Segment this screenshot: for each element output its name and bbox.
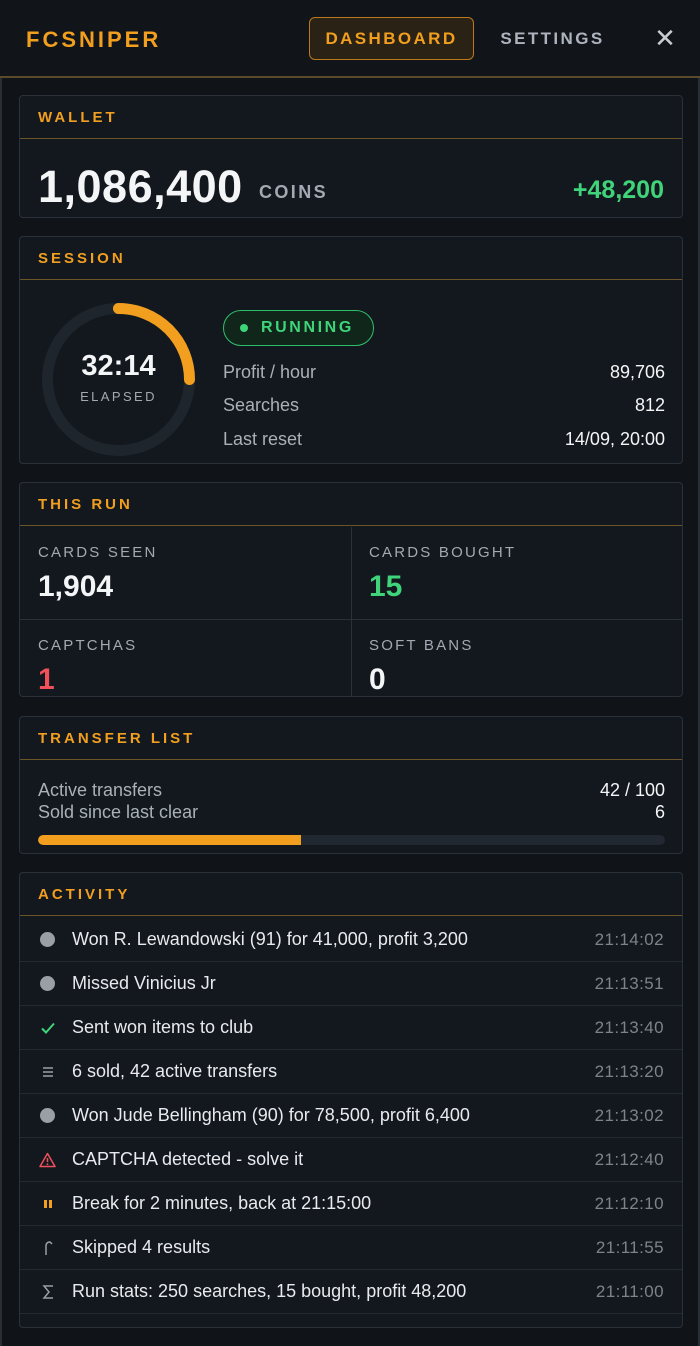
stat-cards-seen: CARDS SEEN 1,904 [38,544,158,604]
stat-captchas: CAPTCHAS 1 [38,637,137,697]
tab-dashboard[interactable]: DASHBOARD [309,17,474,60]
elapsed-label: ELAPSED [80,389,157,404]
session-card: SESSION 32:14 ELAPSED RUNNING Profit / h… [19,236,683,464]
session-row-key: Profit / hour [223,361,317,382]
brand-logo: FCSNIPER [26,27,162,52]
session-row-profit: Profit / hour 89,706 [223,360,665,384]
list-item: Missed Vinicius Jr 21:13:51 [20,962,682,1006]
list-item: Skipped 4 results 21:11:55 [20,1226,682,1270]
activity-time: 21:12:40 [594,1149,664,1169]
stat-value: 15 [369,570,403,603]
activity-text: Missed Vinicius Jr [72,973,216,993]
transfer-row-sold: Sold since last clear 6 [38,801,665,823]
stat-label: CARDS SEEN [38,544,158,561]
dot-icon [39,931,56,948]
list-item: Won R. Lewandowski (91) for 41,000, prof… [20,918,682,962]
activity-text: Run stats: 250 searches, 15 bought, prof… [72,1281,467,1301]
transfer-progress-bar [38,835,665,845]
session-row-value: 89,706 [609,361,665,382]
list-item: 6 sold, 42 active transfers 21:13:20 [20,1050,682,1094]
wallet-amount: 1,086,400 [38,161,243,212]
list-item: Run stats: 250 searches, 15 bought, prof… [20,1270,682,1314]
skip-icon [39,1239,56,1256]
activity-time: 21:11:55 [595,1237,664,1257]
grid-divider-vertical [351,527,352,697]
session-row-value: 14/09, 20:00 [564,428,665,449]
stat-label: CARDS BOUGHT [369,544,517,561]
activity-title: ACTIVITY [20,873,682,916]
activity-time: 21:13:20 [594,1061,664,1081]
stat-label: SOFT BANS [369,637,474,654]
stat-cards-bought: CARDS BOUGHT 15 [369,544,516,604]
transfer-card: TRANSFER LIST Active transfers 42 / 100 … [19,716,683,854]
session-row-searches: Searches 812 [223,393,665,417]
list-item: Won Jude Bellingham (90) for 78,500, pro… [20,1094,682,1138]
session-row-key: Last reset [223,428,303,449]
stat-value: 1 [38,663,55,696]
activity-time: 21:13:40 [594,1017,664,1037]
wallet-card: WALLET 1,086,400 COINS +48,200 [19,95,683,218]
status-text: RUNNING [261,319,354,336]
transfer-row-value: 42 / 100 [599,779,665,800]
activity-text: Won R. Lewandowski (91) for 41,000, prof… [72,929,468,949]
activity-text: CAPTCHA detected - solve it [72,1149,304,1169]
wallet-delta: +48,200 [572,176,664,204]
transfer-row-key: Sold since last clear [38,801,199,822]
wallet-title: WALLET [20,96,682,139]
status-dot-icon [240,324,248,332]
stat-value: 0 [369,663,386,696]
run-title: THIS RUN [20,483,682,526]
activity-time: 21:13:02 [594,1105,664,1125]
wallet-unit: COINS [259,182,329,202]
grid-divider-horizontal [20,619,682,620]
transfer-title: TRANSFER LIST [20,717,682,760]
elapsed-time: 32:14 [81,350,156,382]
sigma-icon [39,1283,56,1300]
check-icon [39,1019,56,1036]
stat-value: 1,904 [38,570,114,603]
warning-icon [39,1151,56,1168]
list-item: Break for 2 minutes, back at 21:15:00 21… [20,1182,682,1226]
stat-soft-bans: SOFT BANS 0 [369,637,474,697]
activity-text: 6 sold, 42 active transfers [72,1061,278,1081]
session-row-key: Searches [223,394,300,415]
stat-label: CAPTCHAS [38,637,138,654]
dot-icon [39,1107,56,1124]
activity-time: 21:13:51 [594,973,664,993]
list-item: Sent won items to club 21:13:40 [20,1006,682,1050]
dot-icon [39,975,56,992]
session-row-value: 812 [634,394,665,415]
activity-time: 21:11:00 [595,1281,664,1301]
status-badge: RUNNING [223,310,374,346]
activity-card: ACTIVITY Won R. Lewandowski (91) for 41,… [19,872,683,1328]
tab-settings[interactable]: SETTINGS [490,17,615,60]
close-icon[interactable]: ✕ [650,22,680,54]
activity-text: Skipped 4 results [72,1237,211,1257]
session-row-last-reset: Last reset 14/09, 20:00 [223,427,665,451]
activity-text: Won Jude Bellingham (90) for 78,500, pro… [72,1105,470,1125]
activity-time: 21:12:10 [594,1193,664,1213]
list-icon [39,1063,56,1080]
transfer-row-active: Active transfers 42 / 100 [38,779,665,801]
transfer-progress-fill [38,835,302,845]
session-title: SESSION [20,237,682,280]
run-card: THIS RUN CARDS SEEN 1,904 CARDS BOUGHT 1… [19,482,683,697]
activity-text: Break for 2 minutes, back at 21:15:00 [72,1193,372,1213]
activity-time: 21:14:02 [594,929,664,949]
activity-text: Sent won items to club [72,1017,254,1037]
transfer-row-value: 6 [654,801,665,822]
transfer-row-key: Active transfers [38,779,163,800]
pause-icon [39,1195,56,1212]
app-header: FCSNIPER DASHBOARD SETTINGS ✕ [0,0,700,78]
list-item: CAPTCHA detected - solve it 21:12:40 [20,1138,682,1182]
